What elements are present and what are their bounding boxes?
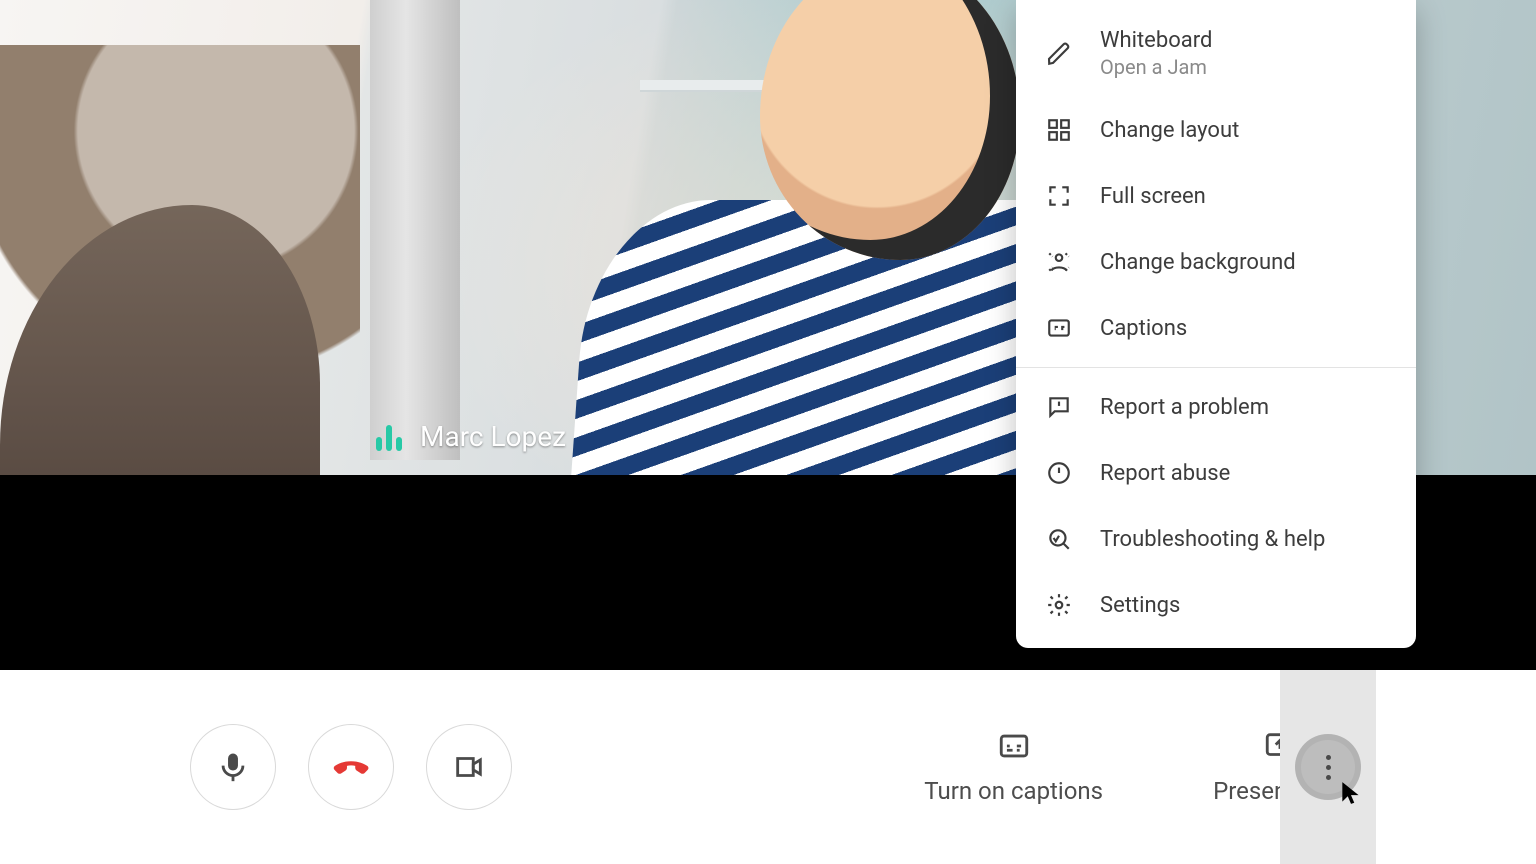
menu-report-problem[interactable]: Report a problem (1016, 374, 1416, 440)
captions-label: Turn on captions (924, 777, 1103, 805)
feedback-icon (1044, 392, 1074, 422)
menu-full-screen[interactable]: Full screen (1016, 163, 1416, 229)
participant-name: Marc Lopez (420, 420, 566, 453)
menu-divider (1016, 367, 1416, 368)
participant-thumbnail-left (0, 45, 360, 475)
menu-settings[interactable]: Settings (1016, 572, 1416, 638)
menu-whiteboard[interactable]: Whiteboard Open a Jam (1016, 10, 1416, 97)
menu-label: Change layout (1100, 118, 1239, 143)
menu-label: Captions (1100, 316, 1187, 341)
settings-icon (1044, 590, 1074, 620)
menu-label: Troubleshooting & help (1100, 527, 1325, 552)
camera-toggle-button[interactable] (426, 724, 512, 810)
pencil-icon (1044, 39, 1074, 69)
microphone-icon (216, 750, 250, 784)
more-vert-icon (1326, 755, 1331, 780)
troubleshoot-icon (1044, 524, 1074, 554)
menu-captions[interactable]: Captions (1016, 295, 1416, 361)
mouse-cursor (1338, 780, 1364, 810)
abuse-icon (1044, 458, 1074, 488)
menu-label: Full screen (1100, 184, 1206, 209)
menu-report-abuse[interactable]: Report abuse (1016, 440, 1416, 506)
more-options-area (1280, 670, 1376, 864)
background-icon (1044, 247, 1074, 277)
bg-fridge (370, 0, 460, 460)
participant-main (460, 0, 1100, 480)
menu-change-layout[interactable]: Change layout (1016, 97, 1416, 163)
menu-label: Change background (1100, 250, 1296, 275)
menu-label: Whiteboard (1100, 28, 1212, 53)
camera-icon (452, 750, 486, 784)
turn-on-captions-button[interactable]: Turn on captions (924, 729, 1103, 805)
menu-sublabel: Open a Jam (1100, 55, 1212, 79)
captions-icon (997, 729, 1031, 763)
captions-icon (1044, 313, 1074, 343)
menu-change-background[interactable]: Change background (1016, 229, 1416, 295)
more-options-menu: Whiteboard Open a Jam Change layout Full… (1016, 0, 1416, 648)
hangup-button[interactable] (308, 724, 394, 810)
voice-activity-icon (376, 423, 402, 451)
menu-label: Report abuse (1100, 461, 1230, 486)
menu-label: Settings (1100, 593, 1180, 618)
layout-icon (1044, 115, 1074, 145)
fullscreen-icon (1044, 181, 1074, 211)
hangup-icon (328, 744, 374, 790)
call-controls (190, 724, 512, 810)
bottom-bar: Turn on captions Present now (0, 670, 1536, 864)
menu-label: Report a problem (1100, 395, 1269, 420)
mic-toggle-button[interactable] (190, 724, 276, 810)
participant-name-pill: Marc Lopez (376, 420, 566, 453)
menu-troubleshooting[interactable]: Troubleshooting & help (1016, 506, 1416, 572)
